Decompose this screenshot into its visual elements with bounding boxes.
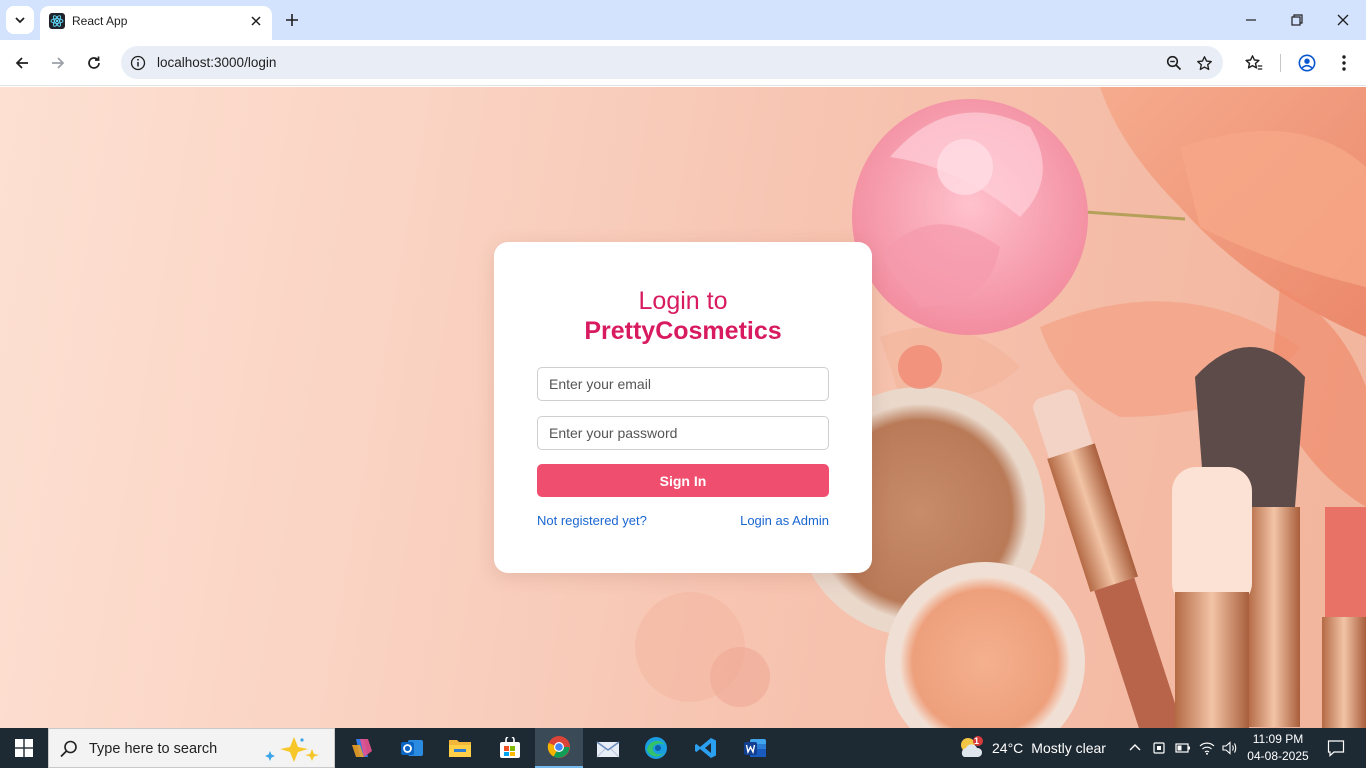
wifi-icon[interactable] (1195, 728, 1219, 768)
reload-icon (88, 56, 100, 69)
clock-time: 11:09 PM (1252, 732, 1304, 746)
search-highlight-icon (265, 737, 319, 762)
weather-widget[interactable]: 1 24°C Mostly clear (958, 728, 1106, 768)
weather-temp: 24°C (992, 740, 1024, 756)
sign-in-button[interactable]: Sign In (537, 464, 829, 497)
outlook-icon (401, 740, 423, 756)
address-bar[interactable]: localhost:3000/login (121, 46, 1223, 79)
browser-tab-active[interactable]: React App (40, 6, 272, 40)
plus-icon (286, 14, 298, 26)
kebab-menu-icon (1342, 55, 1346, 71)
profile-button[interactable] (1293, 49, 1321, 77)
edge-icon (645, 737, 667, 759)
copilot-app[interactable] (338, 728, 386, 768)
profile-icon (1298, 54, 1316, 72)
login-title: Login to PrettyCosmetics (494, 286, 872, 346)
forward-button[interactable] (44, 49, 72, 77)
vscode-app[interactable] (682, 728, 730, 768)
restore-icon (1291, 14, 1303, 26)
close-icon (251, 16, 261, 26)
star-list-icon (1245, 55, 1263, 70)
url-text[interactable]: localhost:3000/login (157, 55, 276, 70)
search-placeholder: Type here to search (89, 741, 218, 757)
chrome-icon (547, 736, 570, 758)
microsoft-store-app[interactable] (486, 728, 534, 768)
bookmarks-button[interactable] (1240, 49, 1268, 77)
microsoft-store-icon (500, 737, 520, 758)
taskbar-clock[interactable]: 11:09 PM 04-08-2025 (1244, 731, 1312, 765)
copilot-icon (352, 739, 372, 757)
login-page: Login to PrettyCosmetics Sign In Not reg… (0, 87, 1366, 728)
restore-button[interactable] (1282, 6, 1312, 34)
taskbar-search-box[interactable]: Type here to search (48, 728, 335, 768)
file-explorer-app[interactable] (436, 728, 484, 768)
battery-icon[interactable] (1171, 728, 1195, 768)
admin-login-link[interactable]: Login as Admin (740, 513, 829, 528)
clock-date: 04-08-2025 (1247, 749, 1309, 763)
outlook-app[interactable] (388, 728, 436, 768)
register-link[interactable]: Not registered yet? (537, 513, 647, 528)
search-icon (60, 740, 77, 758)
new-tab-button[interactable] (280, 8, 304, 32)
file-explorer-icon (449, 740, 471, 757)
chevron-up-icon (1129, 744, 1141, 751)
tab-title: React App (72, 14, 128, 28)
tray-overflow-button[interactable] (1123, 728, 1147, 768)
minimize-button[interactable] (1236, 6, 1266, 34)
weather-badge: 1 (974, 736, 980, 746)
vscode-icon (695, 738, 716, 758)
back-button[interactable] (8, 49, 36, 77)
browser-tab-strip: React App (0, 0, 1366, 40)
email-field[interactable] (537, 367, 829, 401)
notification-center-button[interactable] (1318, 728, 1354, 768)
chrome-app[interactable] (535, 728, 583, 768)
close-window-button[interactable] (1328, 6, 1358, 34)
windows-taskbar: Type here to search 1 24°C Mostly clear … (0, 728, 1366, 768)
volume-icon[interactable] (1218, 728, 1242, 768)
mail-icon (596, 741, 620, 758)
reload-button[interactable] (80, 49, 108, 77)
windows-logo-icon (15, 739, 33, 757)
login-card: Login to PrettyCosmetics Sign In Not reg… (494, 242, 872, 573)
notification-icon (1327, 740, 1345, 757)
tab-search-button[interactable] (6, 6, 34, 34)
menu-button[interactable] (1330, 49, 1358, 77)
site-info-icon[interactable] (129, 54, 146, 71)
tab-close-button[interactable] (248, 13, 264, 29)
brand-name: PrettyCosmetics (584, 317, 782, 345)
chevron-down-icon (15, 17, 25, 24)
bookmark-star-icon[interactable] (1193, 52, 1215, 74)
browser-toolbar: localhost:3000/login (0, 40, 1366, 86)
password-field[interactable] (537, 416, 829, 450)
weather-cloud-icon (961, 736, 983, 757)
arrow-right-icon (52, 57, 65, 69)
word-icon (744, 739, 766, 757)
close-icon (1337, 14, 1349, 26)
login-title-line1: Login to (638, 287, 728, 315)
tray-device-icon[interactable] (1147, 728, 1171, 768)
weather-desc: Mostly clear (1031, 740, 1106, 756)
mail-app[interactable] (584, 728, 632, 768)
minimize-icon (1246, 19, 1256, 21)
zoom-icon[interactable] (1163, 52, 1185, 74)
edge-app[interactable] (632, 728, 680, 768)
arrow-left-icon (15, 57, 28, 69)
react-icon (49, 13, 65, 29)
word-app[interactable] (731, 728, 779, 768)
toolbar-divider (1280, 54, 1281, 72)
start-button[interactable] (0, 728, 48, 768)
